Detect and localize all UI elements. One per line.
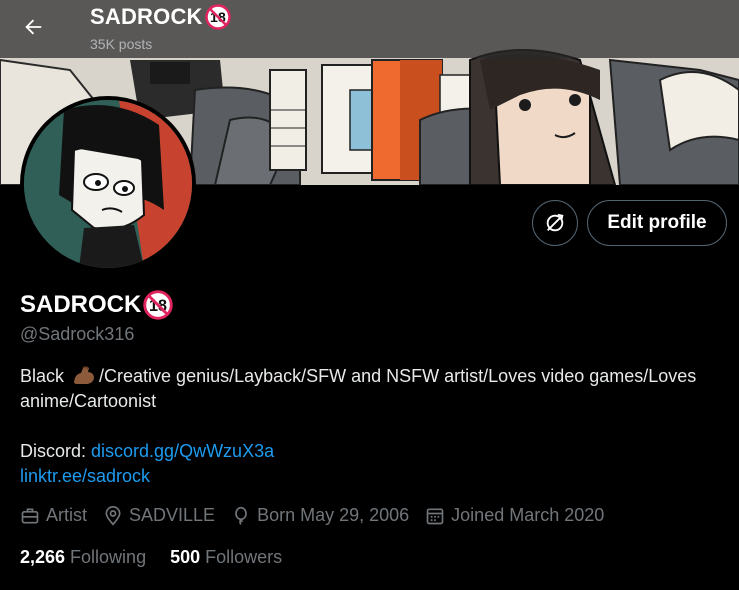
birthday: Born May 29, 2006 [231,505,409,526]
location: SADVILLE [103,505,215,526]
header-name-text: SADROCK [90,4,203,29]
discord-line: Discord: discord.gg/QwWzuX3a [20,439,274,464]
follow-stats: 2,266 Following 500 Followers [20,547,306,568]
profession: Artist [20,505,87,526]
briefcase-icon [21,508,39,523]
following-link[interactable]: 2,266 Following [20,547,146,568]
profession-text: Artist [46,505,88,525]
header-name: SADROCK 18 [90,4,231,30]
linktree-link[interactable]: linktr.ee/sadrock [20,466,150,486]
profile-bio: Black /Creative genius/Layback/SFW and N… [20,364,720,414]
balloon-icon [235,506,247,525]
join-date-text: Joined March 2020 [451,505,605,525]
discord-label: Discord: [20,441,92,461]
profile-meta: Artist SADVILLE Born May 29, 2006 Joined… [20,505,620,526]
sync-icon [546,213,564,232]
post-count: 35K posts [90,36,153,52]
followers-label: Followers [205,547,283,567]
calendar-icon [426,507,444,524]
bio-text-rest: /Creative genius/Layback/SFW and NSFW ar… [20,366,697,411]
flexed-biceps-emoji [74,366,95,384]
display-name: SADROCK 18 [20,290,174,320]
sync-button[interactable] [532,200,578,246]
following-count: 2,266 [20,547,66,567]
discord-link[interactable]: discord.gg/QwWzuX3a [91,441,274,461]
back-arrow-icon [25,19,42,35]
display-name-text: SADROCK [20,291,142,318]
back-button[interactable] [14,8,52,46]
sticky-header: SADROCK 18 35K posts [0,0,739,58]
edit-profile-button[interactable]: Edit profile [587,200,727,246]
followers-count: 500 [170,547,201,567]
linktree-line: linktr.ee/sadrock [20,464,150,489]
birthday-text: Born May 29, 2006 [257,505,410,525]
followers-link[interactable]: 500 Followers [170,547,282,568]
following-label: Following [70,547,147,567]
location-text: SADVILLE [129,505,216,525]
bio-text-start: Black [20,366,70,386]
user-handle: @Sadrock316 [20,324,135,344]
no-18-icon: 18 [143,290,174,320]
no-18-icon: 18 [204,4,231,30]
profile-avatar[interactable] [20,96,196,272]
location-pin-icon [105,505,121,526]
join-date: Joined March 2020 [425,505,604,526]
